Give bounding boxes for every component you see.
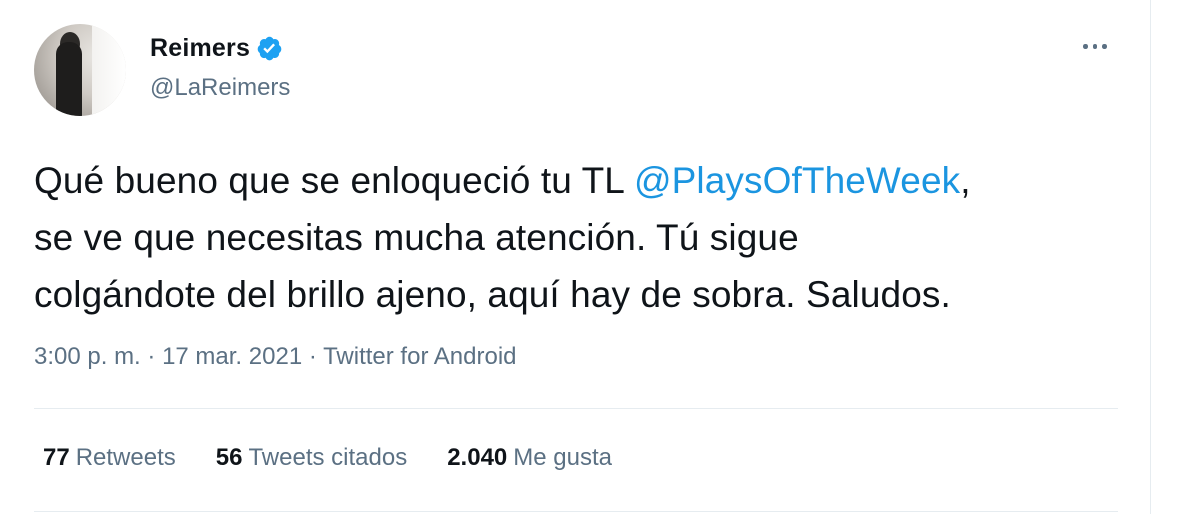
meta-separator: ·: [140, 343, 163, 370]
divider: [34, 511, 1118, 512]
engagement-stats: 77 Retweets 56 Tweets citados 2.040 Me gust…: [43, 444, 612, 472]
tweet-text-comma: ,: [960, 160, 971, 201]
author-handle[interactable]: @LaReimers: [150, 74, 290, 102]
likes-count: 2.040: [447, 444, 508, 471]
mention-link[interactable]: @PlaysOfTheWeek: [634, 160, 960, 201]
quote-tweets-stat[interactable]: 56 Tweets citados: [216, 444, 407, 472]
author-name-row[interactable]: Reimers: [150, 34, 283, 63]
avatar-figure-body: [56, 42, 82, 116]
tweet-card: Reimers @LaReimers Qué bueno que se enlo…: [0, 0, 1151, 514]
more-options-icon[interactable]: [1083, 44, 1107, 49]
tweet-text: Qué bueno que se enloqueció tu TL @Plays…: [34, 152, 1124, 323]
likes-label: Me gusta: [513, 444, 612, 471]
meta-separator: ·: [302, 343, 324, 370]
tweet-text-line1: Qué bueno que se enloqueció tu TL: [34, 160, 634, 201]
avatar-background: [92, 24, 126, 116]
quote-tweets-count: 56: [215, 444, 243, 471]
verified-badge-icon: [257, 36, 282, 61]
likes-stat[interactable]: 2.040 Me gusta: [447, 444, 612, 472]
quote-tweets-label: Tweets citados: [248, 444, 408, 471]
tweet-text-line2: se ve que necesitas mucha atención. Tú s…: [34, 217, 799, 258]
tweet-metadata: 3:00 p. m. · 17 mar. 2021 · Twitter for …: [34, 343, 517, 371]
tweet-text-line3: colgándote del brillo ajeno, aquí hay de…: [34, 274, 951, 315]
tweet-time[interactable]: 3:00 p. m.: [34, 343, 141, 370]
retweets-label: Retweets: [75, 444, 176, 471]
display-name[interactable]: Reimers: [150, 34, 250, 63]
divider: [34, 408, 1118, 409]
retweets-stat[interactable]: 77 Retweets: [43, 444, 176, 472]
avatar[interactable]: [34, 24, 126, 116]
tweet-date[interactable]: 17 mar. 2021: [162, 343, 302, 370]
tweet-source[interactable]: Twitter for Android: [323, 343, 516, 370]
retweets-count: 77: [43, 444, 70, 471]
